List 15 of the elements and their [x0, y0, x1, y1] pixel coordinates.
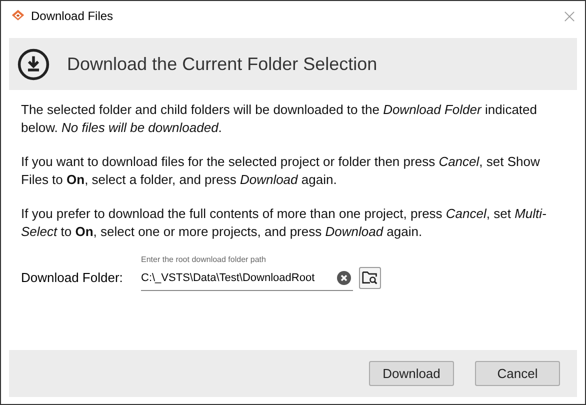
dialog-button[interactable]: Download [369, 361, 454, 386]
clear-icon[interactable] [337, 271, 351, 285]
window-title: Download Files [31, 9, 114, 23]
close-icon[interactable] [564, 10, 575, 22]
folder-path-field[interactable]: C:\_VSTS\Data\Test\DownloadRoot [141, 266, 353, 291]
dialog-button[interactable]: Cancel [475, 361, 560, 386]
header-title: Download the Current Folder Selection [67, 54, 378, 74]
browse-folder-button[interactable] [359, 267, 381, 289]
download-icon [17, 48, 50, 80]
field-hint: Enter the root download folder path [141, 255, 267, 264]
instruction-text: If you prefer to download the full contents of more than one project, press Cancel, set Multi-Select to On, select one or more projects, and press Download again. [21, 205, 548, 241]
folder-label: Download Folder: [21, 270, 124, 285]
instruction-text: If you want to download files for the selected project or folder then press Cancel, set Show Files to On, select a folder, and press Download again. [21, 153, 541, 189]
instruction-text: The selected folder and child folders will be downloaded to the Download Folder indicated below. No files will be downloaded. [21, 101, 538, 137]
app-logo-icon [11, 9, 25, 23]
